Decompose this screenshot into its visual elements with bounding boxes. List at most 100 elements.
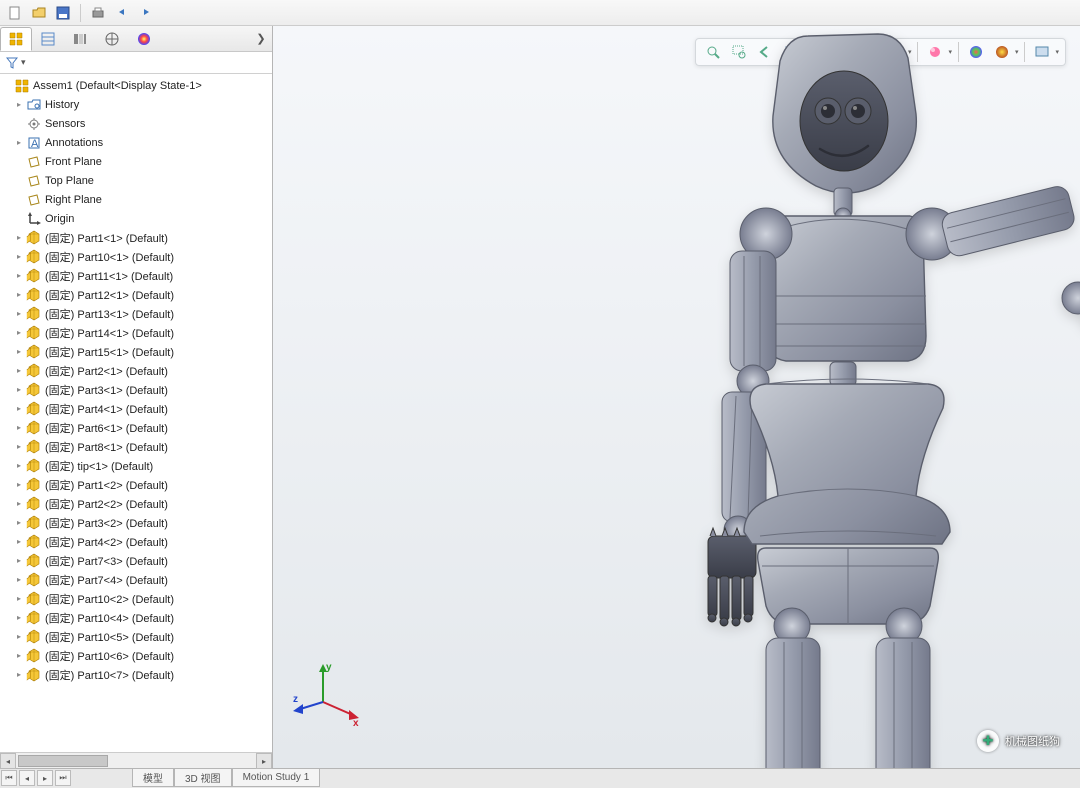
tree-node[interactable]: ▸(固定) Part15<1> (Default) — [0, 342, 272, 361]
tree-node[interactable]: ▸(固定) Part6<1> (Default) — [0, 418, 272, 437]
tree-node[interactable]: Top Plane — [0, 171, 272, 190]
expander-icon[interactable]: ▸ — [14, 404, 24, 414]
annot-icon: A — [26, 135, 42, 151]
tab-nav-first-icon[interactable]: ⏮ — [1, 770, 17, 786]
tree-node[interactable]: ▸(固定) Part1<2> (Default) — [0, 475, 272, 494]
qa-undo-icon[interactable] — [113, 4, 131, 22]
expander-icon[interactable] — [14, 176, 24, 186]
graphics-area[interactable]: ▾ ▾ ▾ ▾ ▾ ▾ ▾ — [273, 26, 1080, 768]
scroll-left-icon[interactable]: ◂ — [0, 753, 16, 769]
expander-icon[interactable]: ▸ — [14, 309, 24, 319]
tab-nav-next-icon[interactable]: ▸ — [37, 770, 53, 786]
expander-icon[interactable]: ▸ — [14, 100, 24, 110]
tree-node[interactable]: ▸(固定) Part7<4> (Default) — [0, 570, 272, 589]
feature-manager-panel: ❯ ▾ Assem1 (Default<Display State-1>▸His… — [0, 26, 273, 768]
model-robot[interactable] — [548, 26, 1080, 768]
tree-node[interactable]: ▸(固定) Part8<1> (Default) — [0, 437, 272, 456]
filter-dropdown-icon[interactable]: ▾ — [21, 57, 26, 68]
tree-node[interactable]: ▸ (固定) Part2<2> (Default) — [0, 494, 272, 513]
tree-node[interactable]: ▸(固定) Part13<1> (Default) — [0, 304, 272, 323]
bottom-tab[interactable]: 3D 视图 — [174, 769, 232, 787]
expander-icon[interactable]: ▸ — [14, 613, 24, 623]
tree-node[interactable]: ▸(固定) Part10<6> (Default) — [0, 646, 272, 665]
tree-node[interactable]: ▸(固定) Part12<1> (Default) — [0, 285, 272, 304]
tree-node[interactable]: Assem1 (Default<Display State-1> — [0, 76, 272, 95]
part-icon — [26, 230, 42, 246]
expander-icon[interactable]: ▸ — [14, 442, 24, 452]
filter-icon[interactable] — [4, 55, 20, 71]
tab-property-manager[interactable] — [32, 27, 64, 51]
expander-icon[interactable]: ▸ — [14, 670, 24, 680]
expander-icon[interactable]: ▸ — [14, 461, 24, 471]
expander-icon[interactable] — [14, 119, 24, 129]
scroll-thumb[interactable] — [18, 755, 108, 767]
tree-node[interactable]: Origin — [0, 209, 272, 228]
expander-icon[interactable] — [14, 157, 24, 167]
expander-icon[interactable]: ▸ — [14, 347, 24, 357]
tree-node-label: (固定) Part2<2> (Default) — [45, 496, 168, 512]
tab-nav-last-icon[interactable]: ⏭ — [55, 770, 71, 786]
tree-node[interactable]: ▸(固定) Part3<2> (Default) — [0, 513, 272, 532]
tree-node[interactable]: ▸(固定) Part2<1> (Default) — [0, 361, 272, 380]
tree-node[interactable]: Front Plane — [0, 152, 272, 171]
orientation-triad[interactable]: y x z — [293, 658, 363, 728]
expander-icon[interactable]: ▸ — [14, 290, 24, 300]
qa-new-icon[interactable] — [6, 4, 24, 22]
panel-expand-icon[interactable]: ❯ — [250, 32, 272, 45]
tree-node[interactable]: ▸(固定) Part10<5> (Default) — [0, 627, 272, 646]
expander-icon[interactable]: ▸ — [14, 233, 24, 243]
expander-icon[interactable]: ▸ — [14, 366, 24, 376]
expander-icon[interactable]: ▸ — [14, 252, 24, 262]
feature-tree[interactable]: Assem1 (Default<Display State-1>▸History… — [0, 74, 272, 752]
tree-node[interactable]: ▸(固定) Part7<3> (Default) — [0, 551, 272, 570]
expander-icon[interactable]: ▸ — [14, 138, 24, 148]
expander-icon[interactable]: ▸ — [14, 385, 24, 395]
expander-icon[interactable]: ▸ — [14, 651, 24, 661]
qa-save-icon[interactable] — [54, 4, 72, 22]
tree-node[interactable]: Right Plane — [0, 190, 272, 209]
tab-appearances[interactable] — [128, 27, 160, 51]
expander-icon[interactable]: ▸ — [14, 537, 24, 547]
tree-node[interactable]: ▸(固定) Part10<4> (Default) — [0, 608, 272, 627]
expander-icon[interactable]: ▸ — [14, 480, 24, 490]
tree-node[interactable]: ▸History — [0, 95, 272, 114]
tab-dimxpert[interactable] — [96, 27, 128, 51]
tree-node[interactable]: ▸(固定) Part3<1> (Default) — [0, 380, 272, 399]
expander-icon[interactable]: ▸ — [14, 556, 24, 566]
tree-node-label: (固定) Part10<7> (Default) — [45, 667, 174, 683]
expander-icon[interactable] — [14, 195, 24, 205]
expander-icon[interactable]: ▸ — [14, 594, 24, 604]
qa-print-icon[interactable] — [89, 4, 107, 22]
tree-node[interactable]: ▸(固定) Part1<1> (Default) — [0, 228, 272, 247]
tree-node[interactable]: ▸(固定) Part10<1> (Default) — [0, 247, 272, 266]
axis-z-label: z — [293, 694, 298, 705]
expander-icon[interactable]: ▸ — [14, 271, 24, 281]
tab-nav-prev-icon[interactable]: ◂ — [19, 770, 35, 786]
tree-node[interactable]: ▸(固定) Part4<2> (Default) — [0, 532, 272, 551]
bottom-tab[interactable]: 模型 — [132, 769, 174, 787]
tree-node[interactable]: ▸(固定) Part11<1> (Default) — [0, 266, 272, 285]
tree-node[interactable]: ▸(固定) Part4<1> (Default) — [0, 399, 272, 418]
part-icon — [26, 458, 42, 474]
expander-icon[interactable]: ▸ — [14, 423, 24, 433]
bottom-tab[interactable]: Motion Study 1 — [232, 769, 321, 787]
tab-configuration-manager[interactable] — [64, 27, 96, 51]
scroll-right-icon[interactable]: ▸ — [256, 753, 272, 769]
tree-node[interactable]: Sensors — [0, 114, 272, 133]
expander-icon[interactable]: ▸ — [14, 328, 24, 338]
expander-icon[interactable]: ▸ — [14, 518, 24, 528]
expander-icon[interactable]: ▸ — [14, 632, 24, 642]
expander-icon[interactable]: ▸ — [14, 499, 24, 509]
expander-icon[interactable] — [14, 214, 24, 224]
qa-open-icon[interactable] — [30, 4, 48, 22]
qa-redo-icon[interactable] — [137, 4, 155, 22]
tree-horizontal-scrollbar[interactable]: ◂ ▸ — [0, 752, 272, 768]
tree-node[interactable]: ▸(固定) Part10<2> (Default) — [0, 589, 272, 608]
tab-feature-tree[interactable] — [0, 27, 32, 51]
tree-node[interactable]: ▸(固定) Part14<1> (Default) — [0, 323, 272, 342]
expander-icon[interactable] — [2, 81, 12, 91]
tree-node[interactable]: ▸(固定) tip<1> (Default) — [0, 456, 272, 475]
expander-icon[interactable]: ▸ — [14, 575, 24, 585]
tree-node[interactable]: ▸ (固定) Part10<7> (Default) — [0, 665, 272, 684]
tree-node[interactable]: ▸AAnnotations — [0, 133, 272, 152]
